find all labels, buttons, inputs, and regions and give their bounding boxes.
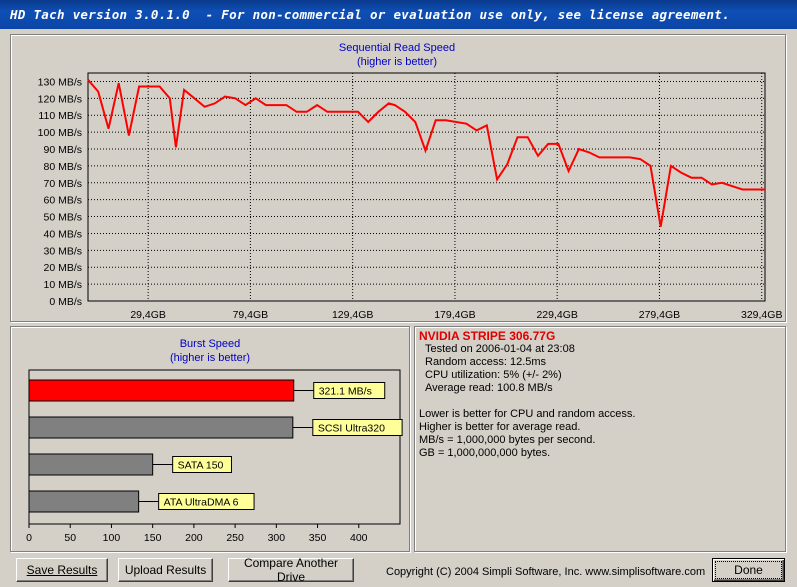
random-access: Random access: 12.5ms xyxy=(425,356,547,368)
average-read: Average read: 100.8 MB/s xyxy=(425,382,553,394)
note-lower-better: Lower is better for CPU and random acces… xyxy=(419,408,636,420)
drive-name: NVIDIA STRIPE 306.77G xyxy=(419,329,556,343)
tested-on: Tested on 2006-01-04 at 23:08 xyxy=(425,343,575,355)
compare-another-drive-button[interactable]: Compare Another Drive xyxy=(228,556,354,584)
title-bar[interactable]: HD Tach version 3.0.1.0 - For non-commer… xyxy=(0,0,797,29)
note-gb-definition: GB = 1,000,000,000 bytes. xyxy=(419,447,551,459)
note-higher-better: Higher is better for average read. xyxy=(419,421,581,433)
results-info: NVIDIA STRIPE 306.77G Tested on 2006-01-… xyxy=(419,330,635,460)
save-results-button[interactable]: Save Results xyxy=(16,558,108,582)
sequential-read-panel xyxy=(10,34,786,322)
burst-speed-panel xyxy=(10,326,410,552)
note-mbs-definition: MB/s = 1,000,000 bytes per second. xyxy=(419,434,596,446)
compare-another-drive-label: Compare Another Drive xyxy=(243,556,339,584)
upload-results-label: Upload Results xyxy=(124,563,207,577)
done-label: Done xyxy=(715,561,782,579)
save-results-label: Save Results xyxy=(26,563,98,577)
done-button[interactable]: Done xyxy=(712,558,785,582)
upload-results-button[interactable]: Upload Results xyxy=(118,558,213,582)
window-title: HD Tach version 3.0.1.0 - For non-commer… xyxy=(10,7,730,22)
cpu-utilization: CPU utilization: 5% (+/- 2%) xyxy=(425,369,562,381)
copyright-text: Copyright (C) 2004 Simpli Software, Inc.… xyxy=(386,566,706,578)
